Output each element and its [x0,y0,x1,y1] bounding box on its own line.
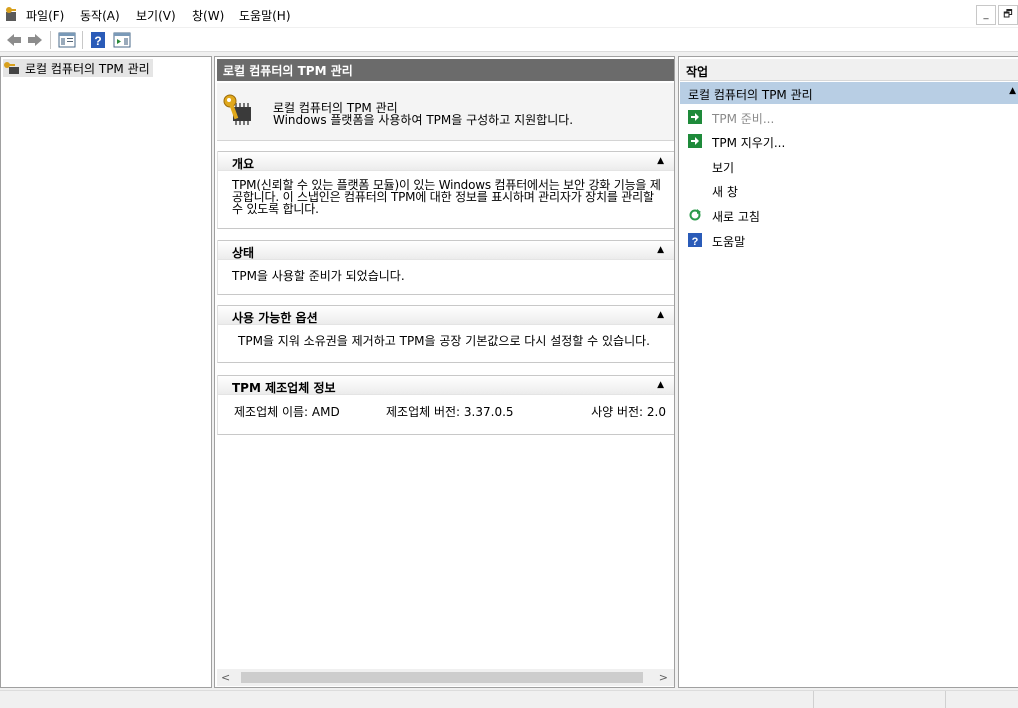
tree-item-label: 로컬 컴퓨터의 TPM 관리 [25,61,150,76]
green-arrow-icon [688,134,702,148]
overview-title: 개요 [232,157,255,171]
spec-version: 사양 버전: 2.0 [591,405,666,419]
scrollbar-thumb[interactable] [241,672,643,683]
action-refresh[interactable]: 새로 고침 [680,204,1018,226]
menu-action[interactable]: 동작(A) [80,7,120,24]
manufacturer-title: TPM 제조업체 정보 [232,381,336,395]
action-label: 새로 고침 [712,210,760,224]
help-icon: ? [688,233,702,247]
show-hide-action-pane-icon [113,32,131,48]
manufacturer-info-row: 제조업체 이름: AMD 제조업체 버전: 3.37.0.5 사양 버전: 2.… [218,395,674,421]
overview-section: 개요 ▲ TPM(신뢰할 수 있는 플랫폼 모듈)이 있는 Windows 컴퓨… [217,151,674,229]
actions-pane-title: 작업 [680,59,1018,81]
action-prepare-tpm[interactable]: TPM 준비... [680,106,1018,128]
show-hide-action-pane-button[interactable] [112,30,132,50]
back-icon [7,34,21,46]
options-section: 사용 가능한 옵션 ▲ TPM을 지워 소유권을 제거하고 TPM을 공장 기본… [217,305,674,363]
manufacturer-name: 제조업체 이름: AMD [234,405,340,419]
status-bar-separator [945,691,946,708]
action-label: 새 창 [712,185,738,199]
action-new-window[interactable]: 새 창 [680,179,1018,201]
back-button[interactable] [4,30,24,50]
forward-icon [28,34,42,46]
tpm-key-icon [4,62,19,74]
tpm-chip-key-icon [223,94,251,125]
intro-panel: 로컬 컴퓨터의 TPM 관리 Windows 플랫폼을 사용하여 TPM을 구성… [217,83,674,141]
options-section-header[interactable]: 사용 가능한 옵션 ▲ [218,305,674,325]
menu-window[interactable]: 창(W) [192,7,224,24]
status-section: 상태 ▲ TPM을 사용할 준비가 되었습니다. [217,240,674,295]
manufacturer-section-header[interactable]: TPM 제조업체 정보 ▲ [218,375,674,395]
intro-description: Windows 플랫폼을 사용하여 TPM을 구성하고 지원합니다. [273,113,574,127]
collapse-arrow-icon[interactable]: ▲ [657,245,664,255]
show-hide-tree-button[interactable] [57,30,77,50]
toolbar: ? [0,28,1018,52]
status-bar-separator [813,691,814,708]
actions-pane: 작업 로컬 컴퓨터의 TPM 관리 ▲ TPM 준비... TPM 지우기...… [678,56,1018,688]
status-text: TPM을 사용할 준비가 되었습니다. [232,269,405,283]
forward-button[interactable] [25,30,45,50]
horizontal-scrollbar[interactable]: < > [217,669,674,686]
results-pane-title: 로컬 컴퓨터의 TPM 관리 [217,59,674,81]
action-clear-tpm[interactable]: TPM 지우기... [680,130,1018,152]
overview-text: TPM(신뢰할 수 있는 플랫폼 모듈)이 있는 Windows 컴퓨터에서는 … [232,178,661,216]
status-bar [0,690,1018,708]
action-label: TPM 준비... [712,112,775,126]
menu-help[interactable]: 도움말(H) [239,7,291,24]
action-label: 도움말 [712,235,746,249]
console-tree-pane: 로컬 컴퓨터의 TPM 관리 [0,56,212,688]
overview-section-header[interactable]: 개요 ▲ [218,151,674,171]
status-title: 상태 [232,246,255,260]
status-section-header[interactable]: 상태 ▲ [218,240,674,260]
toolbar-separator [50,31,51,49]
green-arrow-icon [688,110,702,124]
tree-item-tpm-management[interactable]: 로컬 컴퓨터의 TPM 관리 [3,59,153,77]
results-pane: 로컬 컴퓨터의 TPM 관리 로컬 컴퓨터의 TPM 관리 Windows 플랫… [214,56,675,688]
svg-text:?: ? [94,34,101,48]
refresh-icon [688,208,702,222]
help-icon: ? [91,32,105,48]
svg-text:?: ? [692,236,699,247]
options-title: 사용 가능한 옵션 [232,311,318,325]
tpm-app-icon [6,7,16,21]
toolbar-separator [82,31,83,49]
show-hide-tree-icon [58,32,76,48]
action-label: TPM 지우기... [712,136,786,150]
restore-button[interactable]: 🗗 [998,5,1018,25]
manufacturer-section: TPM 제조업체 정보 ▲ 제조업체 이름: AMD 제조업체 버전: 3.37… [217,375,674,435]
help-button[interactable]: ? [88,30,108,50]
action-view[interactable]: 보기 [680,155,1018,177]
menu-view[interactable]: 보기(V) [136,7,176,24]
options-text: TPM을 지워 소유권을 제거하고 TPM을 공장 기본값으로 다시 설정할 수… [238,334,650,348]
scroll-right-icon[interactable]: > [659,671,668,684]
manufacturer-version: 제조업체 버전: 3.37.0.5 [386,405,514,419]
minimize-button[interactable]: _ [976,5,996,25]
collapse-arrow-icon[interactable]: ▲ [657,156,664,166]
action-label: 보기 [712,161,735,175]
collapse-arrow-icon[interactable]: ▲ [657,310,664,320]
action-help[interactable]: ? 도움말 [680,229,1018,251]
scroll-left-icon[interactable]: < [221,671,230,684]
collapse-arrow-icon[interactable]: ▲ [1009,86,1016,96]
collapse-arrow-icon[interactable]: ▲ [657,380,664,390]
menu-file[interactable]: 파일(F) [26,7,64,24]
menu-bar: 파일(F) 동작(A) 보기(V) 창(W) 도움말(H) _ 🗗 [0,0,1018,28]
actions-group-label: 로컬 컴퓨터의 TPM 관리 [688,88,813,102]
window-controls: _ 🗗 [974,5,1018,25]
actions-group-header[interactable]: 로컬 컴퓨터의 TPM 관리 ▲ [680,82,1018,104]
